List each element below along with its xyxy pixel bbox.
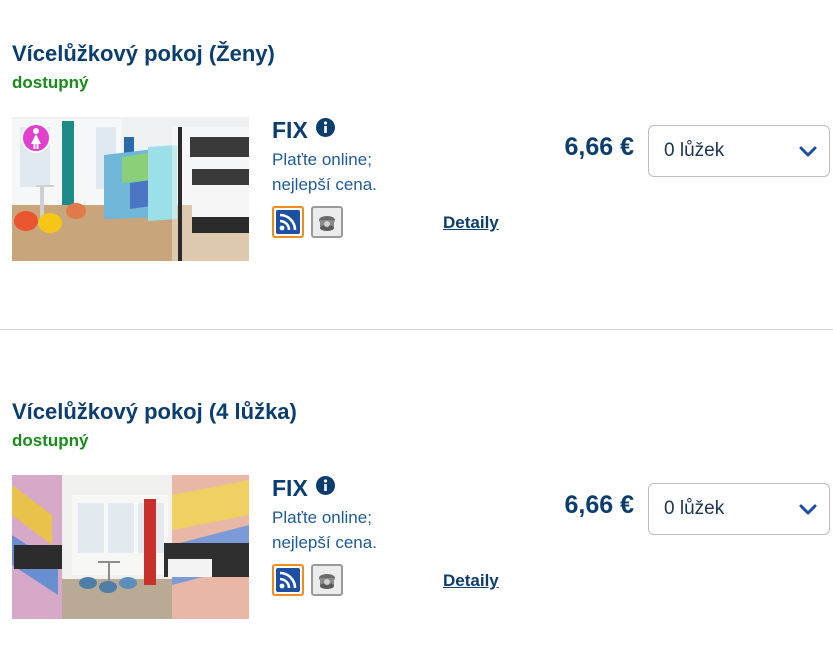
info-icon[interactable] [316,118,335,137]
rate-description-line-2: nejlepší cena. [272,175,377,194]
room-card-women-dorm: Vícelůžkový pokoj (Ženy) dostupný FIX Pl… [0,0,833,280]
bed-count-value: 0 lůžek [664,140,725,161]
availability-status: dostupný [12,431,89,450]
room-title: Vícelůžkový pokoj (4 lůžka) [12,399,297,424]
room-title: Vícelůžkový pokoj (Ženy) [12,41,275,66]
price: 6,66 € [564,133,634,161]
details-link[interactable]: Detaily [443,571,499,591]
bed-linen-icon [319,216,335,231]
bed-count-select[interactable]: 0 lůžek [648,125,830,177]
room-card-4-bed-dorm: Vícelůžkový pokoj (4 lůžka) dostupný FIX… [0,358,833,638]
rate-description-line-1: Plaťte online; [272,150,372,169]
room-photo[interactable] [12,117,249,261]
rate-description-line-2: nejlepší cena. [272,533,377,552]
bed-linen-amenity[interactable] [311,564,343,596]
wifi-icon [276,568,300,592]
bed-count-select[interactable]: 0 lůžek [648,483,830,535]
bed-linen-icon [319,574,335,589]
wifi-amenity[interactable] [272,564,304,596]
rate-name: FIX [272,117,308,143]
info-icon[interactable] [316,476,335,495]
chevron-down-icon [799,504,817,515]
chevron-down-icon [799,146,817,157]
rate-description: Plaťte online; nejlepší cena. [272,147,412,197]
bed-count-value: 0 lůžek [664,498,725,519]
bed-linen-amenity[interactable] [311,206,343,238]
section-divider [0,329,833,330]
room-photo[interactable] [12,475,249,619]
details-link[interactable]: Detaily [443,213,499,233]
wifi-amenity[interactable] [272,206,304,238]
wifi-icon [276,210,300,234]
price: 6,66 € [564,491,634,519]
rate-name: FIX [272,475,308,501]
rate-description: Plaťte online; nejlepší cena. [272,505,412,555]
rate-description-line-1: Plaťte online; [272,508,372,527]
availability-status: dostupný [12,73,89,92]
